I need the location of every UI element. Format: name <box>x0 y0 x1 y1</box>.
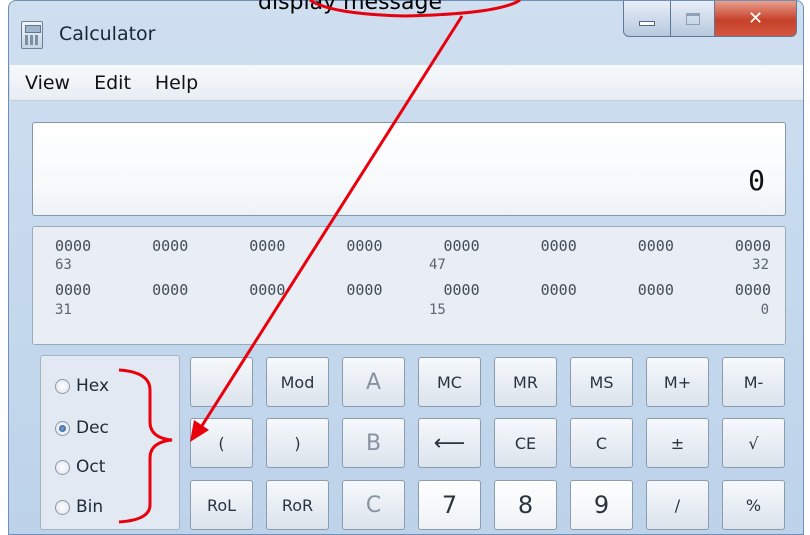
clear-key[interactable]: C <box>570 418 633 468</box>
minimize-icon <box>639 21 655 26</box>
radio-label: Bin <box>76 497 104 517</box>
maximize-icon <box>685 12 700 25</box>
bit-group[interactable]: 0000 <box>638 237 674 255</box>
memory-recall-key[interactable]: MR <box>494 357 557 407</box>
radio-hex[interactable]: Hex <box>55 376 109 396</box>
blank-key[interactable] <box>190 357 253 407</box>
bit-position-label: 31 <box>55 302 72 318</box>
menu-help[interactable]: Help <box>155 72 198 94</box>
bit-group[interactable]: 0000 <box>55 237 91 255</box>
bit-group[interactable]: 0000 <box>638 281 674 299</box>
bit-group[interactable]: 0000 <box>541 237 577 255</box>
bit-group[interactable]: 0000 <box>444 237 480 255</box>
hex-a-key[interactable]: A <box>342 357 405 407</box>
result-display: 0 <box>32 122 786 216</box>
digit-8-key[interactable]: 8 <box>494 480 557 530</box>
clear-entry-key[interactable]: CE <box>494 418 557 468</box>
calculator-app-icon <box>21 21 43 49</box>
bit-position-label: 63 <box>55 257 72 273</box>
bit-group[interactable]: 0000 <box>444 281 480 299</box>
memory-add-key[interactable]: M+ <box>646 357 709 407</box>
display-value: 0 <box>748 164 765 197</box>
bit-group[interactable]: 0000 <box>735 281 771 299</box>
radio-label: Hex <box>76 376 110 396</box>
window-controls: ✕ <box>623 1 797 41</box>
memory-subtract-key[interactable]: M- <box>722 357 785 407</box>
digit-7-key[interactable]: 7 <box>418 480 481 530</box>
menu-edit[interactable]: Edit <box>94 72 131 94</box>
radio-label: Oct <box>76 457 106 477</box>
memory-clear-key[interactable]: MC <box>418 357 481 407</box>
menu-view[interactable]: View <box>25 72 70 94</box>
rotate-right-key[interactable]: RoR <box>266 480 329 530</box>
radio-icon <box>55 499 70 515</box>
number-base-group: Hex Dec Oct Bin <box>40 355 180 530</box>
radio-icon <box>55 378 70 394</box>
radio-selected-icon <box>55 420 70 436</box>
bit-position-label: 32 <box>752 257 769 273</box>
left-paren-key[interactable]: ( <box>190 418 253 468</box>
close-button[interactable]: ✕ <box>715 1 797 37</box>
menu-bar: View Edit Help <box>10 65 803 101</box>
square-root-key[interactable]: √ <box>722 418 785 468</box>
bit-group[interactable]: 0000 <box>735 237 771 255</box>
bit-group[interactable]: 0000 <box>152 237 188 255</box>
digit-9-key[interactable]: 9 <box>570 480 633 530</box>
bit-group[interactable]: 0000 <box>346 237 382 255</box>
plus-minus-key[interactable]: ± <box>646 418 709 468</box>
binary-bit-display: 0000 0000 0000 0000 0000 0000 0000 0000 … <box>32 226 786 345</box>
mod-key[interactable]: Mod <box>266 357 329 407</box>
bit-group[interactable]: 0000 <box>249 281 285 299</box>
hex-c-key[interactable]: C <box>342 480 405 530</box>
backspace-key[interactable]: ⟵ <box>418 418 481 468</box>
maximize-button[interactable] <box>671 1 715 37</box>
bit-position-label: 47 <box>429 257 446 273</box>
hex-b-key[interactable]: B <box>342 418 405 468</box>
bit-row-upper: 0000 0000 0000 0000 0000 0000 0000 0000 <box>55 237 771 255</box>
percent-key[interactable]: % <box>722 480 785 530</box>
radio-oct[interactable]: Oct <box>55 457 105 477</box>
bit-group[interactable]: 0000 <box>249 237 285 255</box>
bit-group[interactable]: 0000 <box>55 281 91 299</box>
bit-group[interactable]: 0000 <box>346 281 382 299</box>
radio-bin[interactable]: Bin <box>55 497 103 517</box>
bit-group[interactable]: 0000 <box>152 281 188 299</box>
bit-position-label: 0 <box>760 302 769 318</box>
rotate-left-key[interactable]: RoL <box>190 480 253 530</box>
memory-store-key[interactable]: MS <box>570 357 633 407</box>
annotation-caption-fragment: display message <box>258 0 442 14</box>
radio-label: Dec <box>76 418 109 438</box>
radio-dec[interactable]: Dec <box>55 418 109 438</box>
bit-row-lower: 0000 0000 0000 0000 0000 0000 0000 0000 <box>55 281 771 299</box>
window-title: Calculator <box>59 23 156 45</box>
minimize-button[interactable] <box>623 1 671 37</box>
bit-position-label: 15 <box>429 302 446 318</box>
bit-group[interactable]: 0000 <box>541 281 577 299</box>
divide-key[interactable]: / <box>646 480 709 530</box>
close-icon: ✕ <box>747 8 764 29</box>
right-paren-key[interactable]: ) <box>266 418 329 468</box>
radio-icon <box>55 459 70 475</box>
